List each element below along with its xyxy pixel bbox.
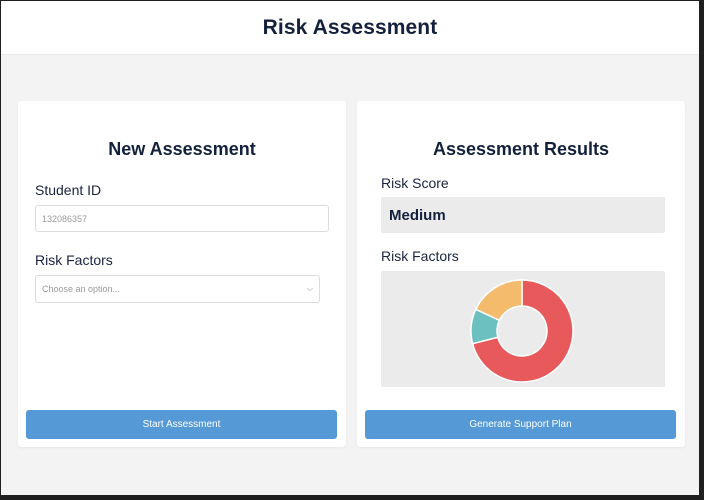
new-assessment-title: New Assessment (108, 139, 256, 159)
risk-factors-chart-label: Risk Factors (381, 248, 459, 264)
generate-support-plan-button[interactable]: Generate Support Plan (365, 410, 676, 439)
app-header: Risk Assessment (1, 1, 699, 54)
student-id-input[interactable] (35, 205, 329, 232)
new-assessment-card: New Assessment Student ID Risk Factors C… (18, 101, 346, 447)
risk-factors-select-label: Risk Factors (35, 252, 113, 268)
risk-factors-select[interactable]: Choose an option... ⌵ (35, 275, 320, 303)
assessment-results-title: Assessment Results (432, 139, 610, 159)
risk-factors-chart (381, 271, 665, 387)
assessment-results-card: Assessment Results Risk Score Medium Ris… (357, 101, 685, 447)
page-title: Risk Assessment (262, 15, 438, 39)
chevron-down-icon: ⌵ (306, 284, 313, 293)
risk-score-label: Risk Score (381, 175, 449, 191)
risk-score-value: Medium (381, 197, 665, 233)
app-frame: Risk Assessment New Assessment Student I… (1, 1, 699, 495)
start-assessment-button[interactable]: Start Assessment (26, 410, 337, 439)
donut-chart (470, 279, 574, 383)
risk-factors-select-value: Choose an option... (42, 284, 121, 294)
student-id-label: Student ID (35, 182, 102, 198)
